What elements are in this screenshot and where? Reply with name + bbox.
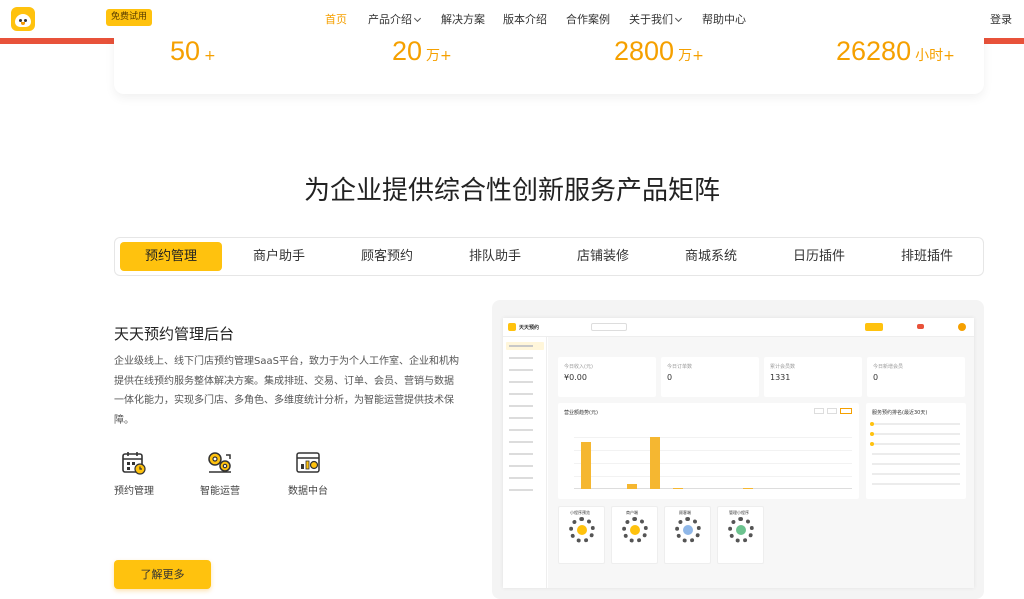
preview-kpi-card: 今日新增会员 0 [867,357,965,397]
tab-booking-management[interactable]: 预约管理 [120,242,222,271]
chart-title: 营业额趋势(元) [564,410,598,416]
product-tabs: 预约管理 商户助手 顾客预约 排队助手 店铺装修 商城系统 日历插件 排班插件 [114,237,984,276]
section-title: 为企业提供综合性创新服务产品矩阵 [303,176,720,206]
tab-merchant-assistant[interactable]: 商户助手 [228,242,330,271]
preview-avatar [958,323,966,331]
chevron-down-icon [674,14,683,23]
tab-shop-decoration[interactable]: 店铺装修 [552,242,654,271]
stat-unit: 小时+ [915,48,955,64]
kpi-value: 0 [873,373,879,382]
preview-kpi-card: 今日收入(元) ¥0.00 [558,357,656,397]
nav-cases[interactable]: 合作案例 [566,11,610,27]
top-navbar: 免费试用 首页 产品介绍 解决方案 版本介绍 合作案例 关于我们 帮助中心 登录 [0,0,1024,38]
stat-item: 2800 万+ [614,36,704,67]
login-link[interactable]: 登录 [990,11,1012,27]
preview-revenue-chart: 营业额趋势(元) [558,403,859,499]
kpi-label: 今日订单数 [667,364,693,370]
feature-booking: 预约管理 [104,450,164,497]
stat-value: 50 [170,36,201,66]
nav-products-label: 产品介绍 [368,13,412,26]
stat-value: 20 [392,36,423,66]
stat-item: 20 万+ [392,36,452,67]
chart-plot-area [574,425,852,489]
qr-label: 管理小程序 [729,510,749,515]
nav-about-label: 关于我们 [629,13,673,26]
chart-bar [742,487,753,489]
stats-card: 50 + 20 万+ 2800 万+ 26280 小时+ [114,30,984,94]
stat-item: 50 + [170,36,216,67]
chevron-down-icon [413,14,422,23]
stat-item: 26280 小时+ [836,36,955,67]
chart-bar [673,487,684,489]
feature-smart-ops: 智能运营 [190,450,250,497]
preview-qr-card: 顾客端 [664,506,711,564]
preview-topbar-button [865,323,883,331]
preview-kpi-card: 累计会员数 1331 [764,357,862,397]
tab-queue-assistant[interactable]: 排队助手 [444,242,546,271]
qr-label: 顾客端 [679,510,691,515]
tab-customer-booking[interactable]: 顾客预约 [336,242,438,271]
product-title: 天天预约管理后台 [114,325,235,343]
preview-main: 今日收入(元) ¥0.00 今日订单数 0 累计会员数 1331 今日新增会员 … [548,337,974,588]
accent-bar-right [984,38,1024,44]
learn-more-button[interactable]: 了解更多 [114,560,211,589]
stat-unit: 万+ [426,48,452,64]
kpi-label: 累计会员数 [770,364,796,370]
nav-help[interactable]: 帮助中心 [702,11,746,27]
preview-logo-icon [508,323,516,331]
chart-bar [650,437,661,489]
preview-store-select [591,323,627,331]
kpi-label: 今日新增会员 [873,364,904,370]
preview-sidebar [503,337,547,588]
feature-label: 智能运营 [200,486,240,497]
nav-about[interactable]: 关于我们 [629,11,683,27]
kpi-value: 1331 [770,373,791,382]
feature-label: 预约管理 [114,486,154,497]
stat-value: 2800 [614,36,675,66]
nav-pricing[interactable]: 版本介绍 [503,11,547,27]
chart-bar [626,483,637,489]
preview-brand: 天天预约 [519,325,540,331]
preview-notice-badge [917,324,924,329]
feature-data-center: 数据中台 [278,450,338,497]
preview-kpi-card: 今日订单数 0 [661,357,759,397]
kpi-label: 今日收入(元) [564,364,593,370]
preview-ranking-card: 服务预约排名(最近30天) [866,403,966,499]
kpi-value: 0 [667,373,673,382]
feature-label: 数据中台 [288,486,328,497]
calendar-icon [122,452,146,475]
qr-label: 小程序预览 [570,510,590,515]
nav-solutions[interactable]: 解决方案 [441,11,485,27]
chart-bar [580,442,591,489]
ranking-title: 服务预约排名(最近30天) [872,410,928,416]
stat-unit: + [204,48,216,64]
stat-value: 26280 [836,36,912,66]
page: 免费试用 首页 产品介绍 解决方案 版本介绍 合作案例 关于我们 帮助中心 登录… [0,0,1024,599]
product-description: 企业级线上、线下门店预约管理SaaS平台，致力于为个人工作室、企业和机构提供在线… [114,356,459,426]
dashboard-preview: 天天预约 今日收入(元) ¥0.00 今日订单数 0 累计会员数 1331 今日… [503,318,974,588]
tab-scheduling-plugin[interactable]: 排班插件 [876,242,978,271]
brand-logo[interactable] [11,7,35,31]
kpi-value: ¥0.00 [564,373,587,382]
preview-qr-card: 商户端 [611,506,658,564]
nav-home[interactable]: 首页 [325,11,347,27]
preview-qr-card: 管理小程序 [717,506,764,564]
gears-icon [208,452,231,473]
tab-mall-system[interactable]: 商城系统 [660,242,762,271]
nav-products[interactable]: 产品介绍 [368,11,422,27]
free-trial-badge[interactable]: 免费试用 [106,9,153,26]
stat-unit: 万+ [678,48,704,64]
accent-bar-left [0,38,114,44]
preview-topbar: 天天预约 [503,318,974,337]
data-chart-icon [296,452,320,473]
preview-qr-card: 小程序预览 [558,506,605,564]
tab-calendar-plugin[interactable]: 日历插件 [768,242,870,271]
qr-label: 商户端 [626,510,638,515]
